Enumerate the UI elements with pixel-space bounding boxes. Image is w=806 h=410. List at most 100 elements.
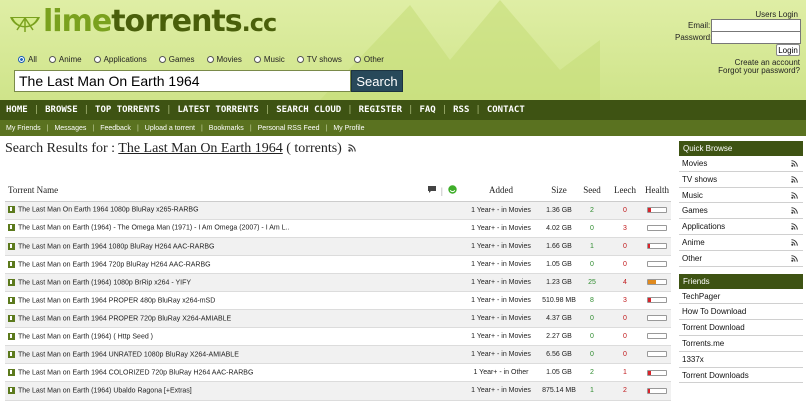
main-nav: HOME | BROWSE | TOP TORRENTS | LATEST TORRE… — [0, 100, 806, 120]
forgot-password-link[interactable]: Forgot your password? — [718, 66, 800, 75]
category-games[interactable]: Games — [158, 55, 195, 64]
friend-link[interactable]: Torrent Download — [679, 320, 803, 336]
col-size[interactable]: Size — [541, 180, 577, 202]
category-anime[interactable]: Anime — [48, 55, 82, 64]
radio-icon[interactable] — [296, 56, 304, 63]
download-icon[interactable] — [8, 260, 15, 268]
subnav-bookmarks[interactable]: Bookmarks — [209, 125, 244, 132]
rss-icon[interactable] — [791, 207, 798, 215]
quick-browse-box: Quick Browse Movies TV shows Music Games… — [679, 141, 803, 267]
size-cell: 1.23 GB — [541, 273, 577, 292]
search-input[interactable] — [14, 70, 351, 92]
rss-icon[interactable] — [791, 160, 798, 167]
health-bar — [647, 351, 667, 358]
subnav-personal-rss[interactable]: Personal RSS Feed — [258, 125, 320, 132]
nav-home[interactable]: HOME — [6, 105, 28, 115]
search-button[interactable]: Search — [351, 70, 403, 92]
table-row: The Last Man on Earth (1964) 1080p BrRip… — [5, 273, 671, 292]
size-cell: 1.05 GB — [541, 255, 577, 274]
seed-cell: 1 — [577, 237, 607, 256]
nav-register[interactable]: REGISTER — [359, 105, 402, 115]
added-cell: 1 Year+ - in Movies — [461, 381, 541, 401]
subnav-my-profile[interactable]: My Profile — [333, 125, 364, 132]
nav-top-torrents[interactable]: TOP TORRENTS — [95, 105, 160, 115]
torrent-link[interactable]: The Last Man on Earth (1964) ( Http Seed… — [18, 333, 153, 340]
quick-browse-movies[interactable]: Movies — [679, 156, 803, 172]
friend-link[interactable]: TechPager — [679, 288, 803, 305]
seed-cell: 0 — [577, 255, 607, 274]
nav-browse[interactable]: BROWSE — [45, 105, 78, 115]
category-all[interactable]: All — [18, 55, 37, 64]
category-other[interactable]: Other — [353, 55, 384, 64]
radio-icon[interactable] — [93, 56, 101, 63]
category-applications[interactable]: Applications — [93, 55, 147, 64]
category-music[interactable]: Music — [253, 55, 285, 64]
nav-search-cloud[interactable]: SEARCH CLOUD — [276, 105, 341, 115]
quick-browse-music[interactable]: Music — [679, 187, 803, 204]
rss-icon[interactable] — [791, 255, 798, 262]
friend-link[interactable]: Torrent Downloads — [679, 367, 803, 384]
password-field[interactable] — [711, 31, 801, 44]
download-icon[interactable] — [8, 206, 15, 214]
sidebar: Quick Browse Movies TV shows Music Games… — [679, 141, 803, 384]
download-icon[interactable] — [8, 296, 15, 304]
download-icon[interactable] — [8, 351, 15, 359]
col-torrent-name: Torrent Name | — [5, 180, 461, 202]
col-seed[interactable]: Seed — [577, 180, 607, 202]
download-icon[interactable] — [8, 278, 15, 286]
download-icon[interactable] — [8, 242, 15, 250]
radio-icon[interactable] — [158, 56, 166, 63]
nav-latest-torrents[interactable]: LATEST TORRENTS — [178, 105, 259, 115]
subnav-my-friends[interactable]: My Friends — [6, 125, 41, 132]
radio-icon[interactable] — [48, 56, 56, 63]
radio-icon[interactable] — [353, 56, 361, 63]
quick-browse-applications[interactable]: Applications — [679, 219, 803, 235]
radio-icon[interactable] — [206, 56, 214, 63]
rss-icon[interactable] — [791, 176, 798, 183]
category-tv-shows[interactable]: TV shows — [296, 55, 342, 64]
torrent-link[interactable]: The Last Man on Earth (1964) - The Omega… — [18, 225, 289, 232]
rss-icon[interactable] — [791, 223, 798, 230]
download-icon[interactable] — [8, 224, 15, 232]
torrent-link[interactable]: The Last Man On Earth 1964 1080p BluRay … — [18, 207, 199, 214]
radio-icon[interactable] — [253, 56, 261, 63]
col-added[interactable]: Added — [461, 180, 541, 202]
download-icon[interactable] — [8, 314, 15, 322]
category-radio-group: All Anime Applications Games Movies Musi… — [18, 55, 396, 64]
leech-cell: 0 — [607, 327, 643, 347]
nav-faq[interactable]: FAQ — [419, 105, 435, 115]
subnav-messages[interactable]: Messages — [54, 125, 86, 132]
friend-link[interactable]: Torrents.me — [679, 335, 803, 352]
subnav-feedback[interactable]: Feedback — [100, 125, 131, 132]
torrent-link[interactable]: The Last Man on Earth 1964 PROPER 720p B… — [18, 315, 231, 322]
subnav-upload-torrent[interactable]: Upload a torrent — [145, 125, 195, 132]
download-icon[interactable] — [8, 333, 15, 341]
rss-icon[interactable] — [791, 191, 798, 199]
login-button[interactable]: Login — [776, 44, 800, 56]
torrent-link[interactable]: The Last Man on Earth 1964 PROPER 480p B… — [18, 297, 215, 304]
leech-cell: 0 — [607, 237, 643, 256]
torrent-link[interactable]: The Last Man on Earth 1964 1080p BluRay … — [18, 243, 215, 250]
nav-rss[interactable]: RSS — [453, 105, 469, 115]
torrent-link[interactable]: The Last Man on Earth (1964) Ubaldo Rago… — [18, 388, 192, 395]
download-icon[interactable] — [8, 369, 15, 377]
query-link[interactable]: The Last Man On Earth 1964 — [118, 141, 282, 156]
category-movies[interactable]: Movies — [206, 55, 242, 64]
friend-link[interactable]: How To Download — [679, 304, 803, 321]
radio-icon[interactable] — [18, 56, 25, 63]
friend-link[interactable]: 1337x — [679, 351, 803, 368]
quick-browse-tv-shows[interactable]: TV shows — [679, 171, 803, 188]
nav-contact[interactable]: CONTACT — [487, 105, 525, 115]
torrent-link[interactable]: The Last Man on Earth 1964 COLORIZED 720… — [18, 370, 253, 377]
rss-icon[interactable] — [348, 144, 357, 152]
download-icon[interactable] — [8, 387, 15, 395]
quick-browse-other[interactable]: Other — [679, 250, 803, 267]
quick-browse-games[interactable]: Games — [679, 203, 803, 220]
quick-browse-anime[interactable]: Anime — [679, 234, 803, 251]
torrent-link[interactable]: The Last Man on Earth 1964 UNRATED 1080p… — [18, 351, 239, 358]
torrent-link[interactable]: The Last Man on Earth (1964) 1080p BrRip… — [18, 279, 191, 286]
site-logo[interactable]: limetorrents.cc — [8, 4, 277, 40]
rss-icon[interactable] — [791, 239, 798, 246]
torrent-link[interactable]: The Last Man on Earth 1964 720p BluRay H… — [18, 261, 211, 268]
col-leech[interactable]: Leech — [607, 180, 643, 202]
